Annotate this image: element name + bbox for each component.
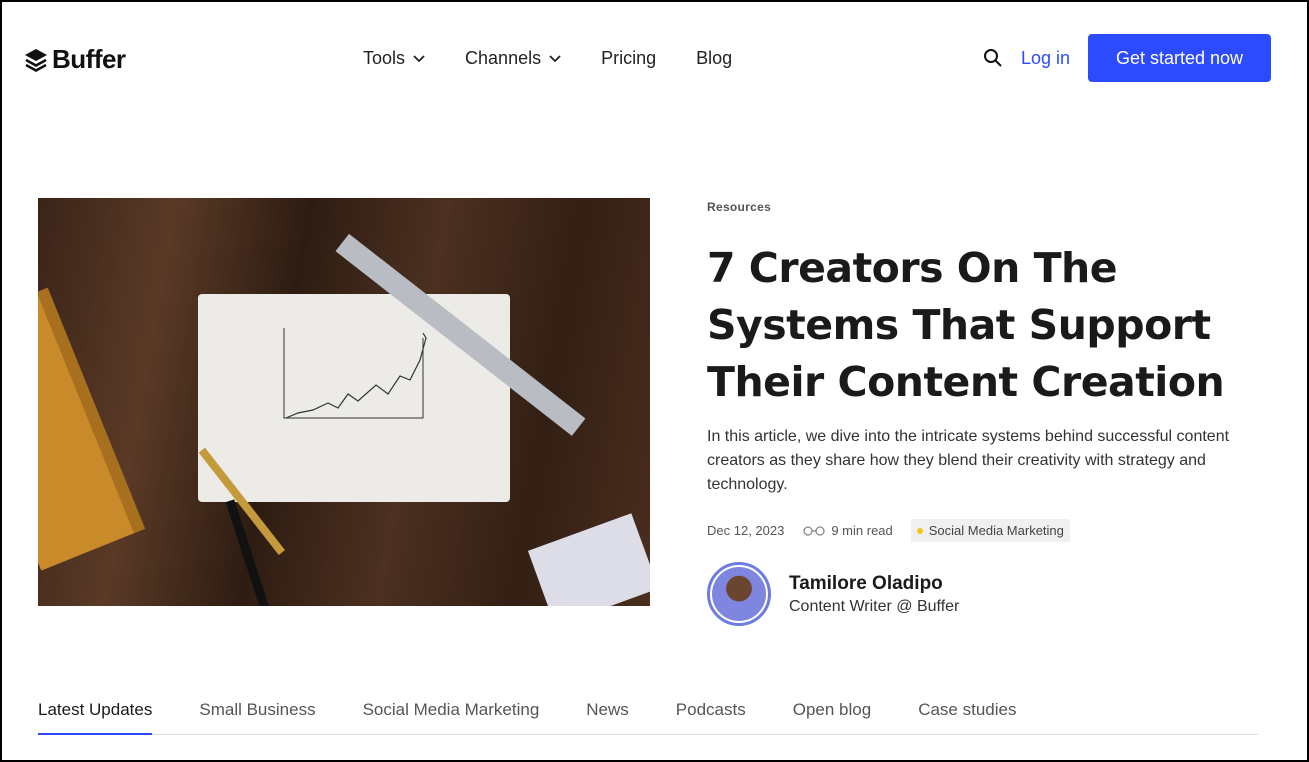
avatar (707, 562, 771, 626)
top-nav: Buffer Tools Channels Pricing Blog Log i… (2, 2, 1307, 117)
buffer-logo[interactable]: Buffer (24, 44, 126, 75)
glasses-icon (803, 525, 825, 536)
article-category[interactable]: Resources (707, 200, 1267, 214)
tag-badge[interactable]: Social Media Marketing (910, 519, 1070, 542)
nav-blog[interactable]: Blog (696, 48, 732, 69)
tab-small-business[interactable]: Small Business (199, 700, 315, 735)
tab-news[interactable]: News (586, 700, 629, 735)
tab-open-blog[interactable]: Open blog (793, 700, 871, 735)
tab-social-media-marketing[interactable]: Social Media Marketing (363, 700, 540, 735)
article-title[interactable]: 7 Creators On The Systems That Support T… (707, 240, 1267, 411)
dot-icon (916, 527, 923, 534)
author-name: Tamilore Oladipo (789, 572, 943, 594)
nav-channels-label: Channels (465, 48, 542, 68)
read-time: 9 min read (831, 523, 893, 538)
featured-article: Resources 7 Creators On The Systems That… (707, 200, 1267, 626)
get-started-button[interactable]: Get started now (1088, 34, 1271, 82)
tab-podcasts[interactable]: Podcasts (676, 700, 746, 735)
desk-photo (38, 233, 650, 606)
nav-channels[interactable]: Channels (465, 48, 561, 69)
article-date: Dec 12, 2023 (707, 523, 785, 538)
author[interactable]: Tamilore Oladipo Content Writer @ Buffer (707, 562, 1267, 626)
chevron-down-icon (413, 54, 425, 62)
hero-image (38, 198, 650, 606)
tag-label: Social Media Marketing (928, 523, 1064, 538)
nav-tools-label: Tools (363, 48, 406, 68)
search-icon[interactable] (983, 48, 1003, 68)
login-link[interactable]: Log in (1021, 48, 1070, 69)
logo-text: Buffer (52, 44, 126, 74)
article-description: In this article, we dive into the intric… (707, 428, 1230, 493)
chevron-down-icon (549, 54, 561, 62)
layers-icon (25, 48, 47, 72)
tab-latest-updates[interactable]: Latest Updates (38, 700, 153, 735)
category-tabs: Latest Updates Small Business Social Med… (38, 700, 1258, 735)
tab-case-studies[interactable]: Case studies (918, 700, 1016, 735)
nav-pricing[interactable]: Pricing (601, 48, 656, 69)
nav-tools[interactable]: Tools (363, 48, 425, 69)
author-role: Content Writer @ Buffer (789, 597, 960, 615)
